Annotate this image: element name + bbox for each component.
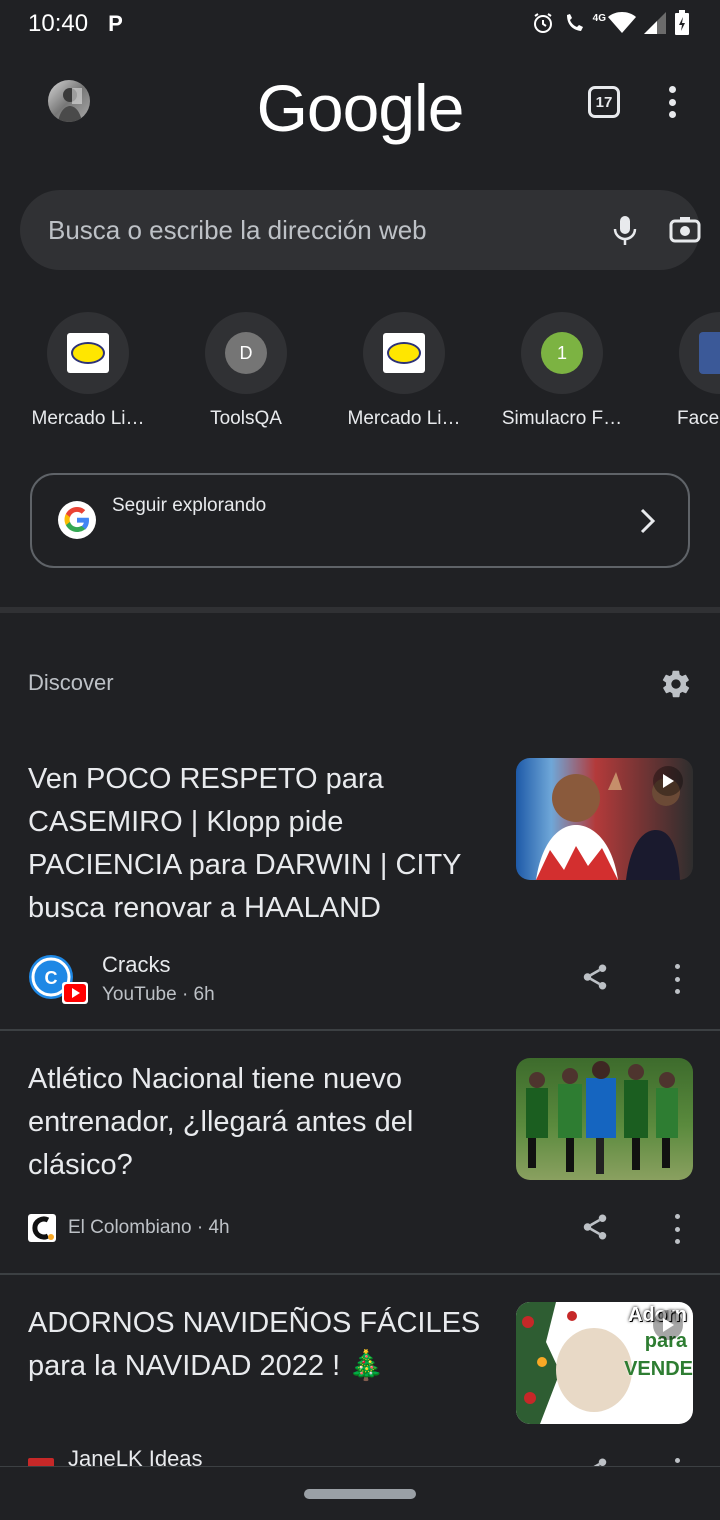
shortcut-simulacro[interactable]: 1 Simulacro F… xyxy=(483,312,641,430)
article-thumbnail[interactable] xyxy=(516,1058,693,1180)
search-box[interactable]: Busca o escribe la dirección web xyxy=(20,190,702,270)
google-g-icon xyxy=(58,501,96,539)
play-icon xyxy=(653,766,683,796)
shortcut-tile xyxy=(47,312,129,394)
play-icon xyxy=(653,1310,683,1340)
dot xyxy=(668,86,676,93)
status-icons: 4G xyxy=(531,10,690,36)
search-placeholder: Busca o escribe la dirección web xyxy=(48,214,427,245)
article-thumbnail[interactable]: Adorn para VENDE xyxy=(516,1302,693,1424)
discover-title: Discover xyxy=(28,670,114,695)
mercado-libre-icon xyxy=(67,333,109,373)
share-icon[interactable] xyxy=(580,962,610,992)
svg-text:C: C xyxy=(45,968,58,988)
article-thumbnail[interactable] xyxy=(516,758,693,880)
shortcut-facebook[interactable]: Face xyxy=(641,312,720,430)
shortcut-toolsqa[interactable]: D ToolsQA xyxy=(167,312,325,430)
source-meta: YouTube · 6h xyxy=(102,984,215,1005)
share-icon[interactable] xyxy=(580,1212,610,1242)
top-bar: Google 17 xyxy=(0,70,720,150)
shortcut-mercado-libre-2[interactable]: Mercado Li… xyxy=(325,312,483,430)
network-label: 4G xyxy=(592,12,606,24)
shortcut-tile: 1 xyxy=(521,312,603,394)
dot xyxy=(674,964,680,969)
home-gesture-handle[interactable] xyxy=(304,1489,416,1499)
signal-icon xyxy=(644,12,666,34)
section-divider xyxy=(0,607,720,613)
dot xyxy=(674,1226,680,1232)
battery-icon xyxy=(675,10,689,35)
shortcut-tile xyxy=(363,312,445,394)
shortcut-label: Mercado Li… xyxy=(31,408,145,429)
shortcut-tile: D xyxy=(205,312,287,394)
shortcut-label: ToolsQA xyxy=(210,408,282,429)
channel-avatar-icon: C xyxy=(28,954,88,1006)
article-title[interactable]: Ven POCO RESPETO para CASEMIRO | Klopp p… xyxy=(28,758,488,930)
dot xyxy=(668,98,676,106)
status-time: 10:40 xyxy=(28,10,89,37)
gesture-nav-bar xyxy=(0,1466,720,1520)
letter-d-icon: D xyxy=(225,332,267,374)
shortcuts-row: Mercado Li… D ToolsQA Mercado Li… 1 Simu… xyxy=(0,312,720,442)
shortcut-label: Mercado Li… xyxy=(347,408,461,429)
continue-exploring-label: Seguir explorando xyxy=(112,495,267,516)
facebook-icon xyxy=(699,332,720,374)
article-title[interactable]: ADORNOS NAVIDEÑOS FÁCILES para la NAVIDA… xyxy=(28,1302,498,1388)
card-divider xyxy=(0,1029,720,1031)
status-bar: 10:40 P 4G xyxy=(0,0,720,48)
dot xyxy=(674,1239,680,1244)
wifi-call-icon xyxy=(566,14,583,31)
alarm-icon xyxy=(533,13,552,33)
gear-icon[interactable] xyxy=(660,668,692,700)
more-options-button[interactable] xyxy=(658,84,686,120)
shortcut-tile xyxy=(679,312,720,394)
shortcut-label: Face xyxy=(677,408,720,429)
dot xyxy=(674,1458,680,1463)
camera-lens-icon[interactable] xyxy=(668,214,702,246)
el-colombiano-icon xyxy=(28,1214,56,1242)
mercado-libre-icon xyxy=(383,333,425,373)
card-more-button[interactable] xyxy=(670,964,684,994)
card-more-button[interactable] xyxy=(670,1214,684,1244)
wifi-icon xyxy=(608,12,636,33)
dot xyxy=(674,1214,680,1219)
article-title[interactable]: Atlético Nacional tiene nuevo entrenador… xyxy=(28,1058,488,1187)
letter-1-icon: 1 xyxy=(541,332,583,374)
shortcut-label: Simulacro F… xyxy=(501,408,623,429)
source-name: Cracks xyxy=(102,952,171,977)
shortcut-mercado-libre-1[interactable]: Mercado Li… xyxy=(9,312,167,430)
dot xyxy=(668,111,676,118)
dot xyxy=(674,989,680,994)
card-divider xyxy=(0,1273,720,1275)
tab-switcher-button[interactable]: 17 xyxy=(588,86,620,118)
source-meta: El Colombiano · 4h xyxy=(68,1217,230,1238)
notification-p-icon: P xyxy=(108,11,123,36)
chevron-right-icon xyxy=(640,508,656,534)
dot xyxy=(674,976,680,982)
thumbnail-text-3: VENDE xyxy=(624,1358,693,1380)
continue-exploring-card[interactable]: Seguir explorando xyxy=(30,473,690,568)
microphone-icon[interactable] xyxy=(610,214,640,246)
